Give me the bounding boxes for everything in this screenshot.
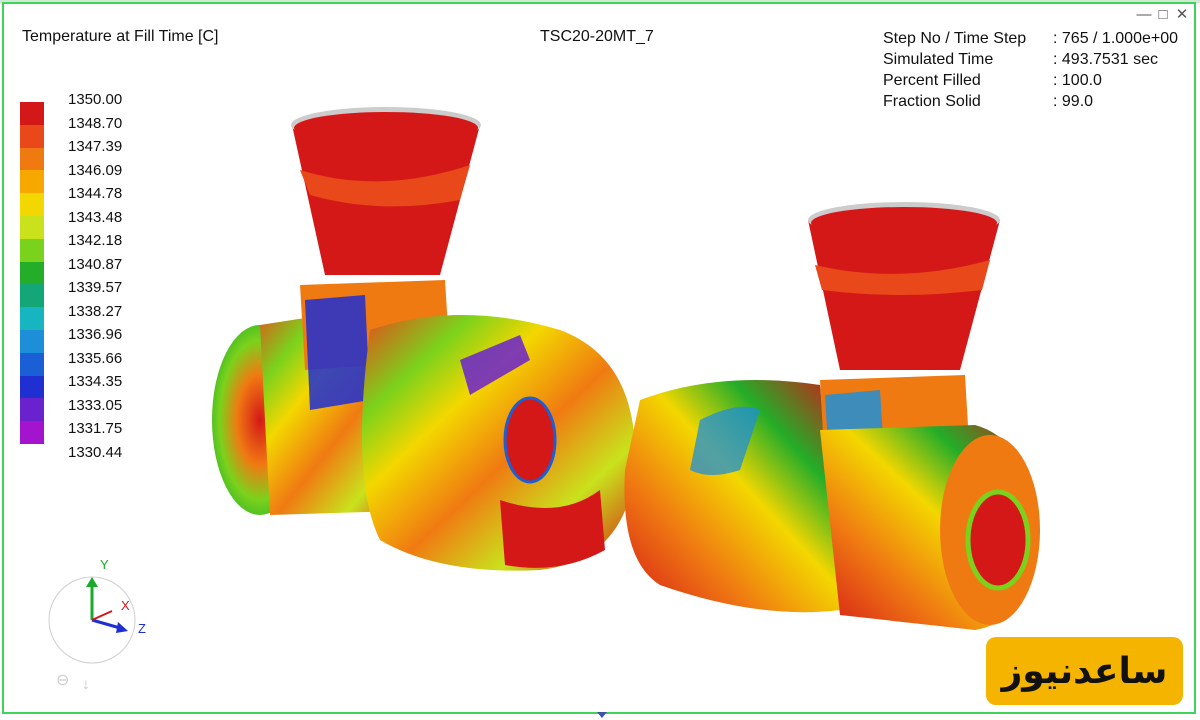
legend-tick: 1338.27 [68,302,123,320]
y-axis-label: Y [100,557,109,572]
legend-swatch [20,421,44,444]
info-row: Simulated Time : 493.7531 sec [883,49,1178,70]
legend-swatch [20,147,44,171]
result-title: Temperature at Fill Time [C] [22,28,219,45]
legend-swatch [20,215,44,239]
info-value: : 100.0 [1053,72,1102,89]
left-funnel-top [294,112,478,144]
window-controls: — □ ✕ [1136,6,1190,24]
legend-tick: 1331.75 [68,420,123,437]
info-row: Step No / Time Step : 765 / 1.000e+00 [883,28,1178,49]
legend-swatches [20,102,44,444]
minimize-icon[interactable]: — [1136,6,1152,23]
right-bore [965,489,1031,591]
legend-tick: 1334.35 [68,373,123,390]
model-name: TSC20-20MT_7 [540,28,654,45]
legend-swatch [20,124,44,148]
step-info-panel: Step No / Time Step : 765 / 1.000e+00 Sim… [883,28,1178,112]
left-blue-zone [305,295,370,410]
info-key: Step No / Time Step [883,30,1027,47]
z-arrow-head [116,622,128,633]
legend-tick: 1343.48 [68,208,123,226]
legend-tick: 1330.44 [68,443,123,461]
info-value: : 765 / 1.000e+00 [1053,30,1178,47]
legend-tick: 1335.66 [68,349,123,367]
legend-tick: 1340.87 [68,255,123,273]
legend-swatch [20,329,44,353]
rotate-down-icon[interactable]: ↓ [82,676,90,693]
scroll-indicator-icon [597,712,607,718]
legend-tick: 1347.39 [68,138,123,155]
info-value: : 99.0 [1053,93,1094,110]
info-value: : 493.7531 sec [1053,51,1158,68]
legend-swatch [20,284,44,308]
legend-swatch [20,398,44,422]
legend-tick: 1336.96 [68,326,123,343]
left-bore [503,396,557,484]
right-funnel-top [811,207,997,239]
legend-tick: 1344.78 [68,185,123,202]
x-axis-arrow [91,610,113,621]
legend-swatch [20,102,44,125]
left-casting[interactable] [212,107,636,571]
legend-swatch [20,170,44,194]
axis-triad[interactable]: Y X Z ← ⊕ ⊖ ↓ [48,555,158,705]
legend-swatch [20,238,44,262]
legend-swatch [20,352,44,376]
z-axis-arrow [91,618,121,630]
legend-swatch [20,261,44,285]
legend-ticks: 1350.00 1348.70 1347.39 1346.09 1344.78 1343.… [68,88,122,464]
legend-tick: 1339.57 [68,279,123,296]
close-icon[interactable]: ✕ [1174,6,1190,23]
legend-swatch [20,375,44,399]
legend-swatch [20,193,44,216]
restore-icon[interactable]: □ [1155,6,1171,23]
legend-tick: 1348.70 [68,114,123,132]
zoom-out-icon[interactable]: ⊖ [56,672,69,689]
info-key: Simulated Time [883,51,994,68]
legend-tick: 1342.18 [68,232,123,249]
right-funnel [808,220,1000,370]
legend-swatch [20,307,44,330]
z-axis-label: Z [138,621,146,636]
logo-text: ساعدنیوز [1001,650,1168,692]
info-row: Fraction Solid : 99.0 [883,91,1178,112]
info-key: Percent Filled [883,72,981,89]
legend-tick: 1333.05 [68,396,123,414]
info-row: Percent Filled : 100.0 [883,70,1178,91]
legend-tick: 1350.00 [68,91,123,108]
legend-tick: 1346.09 [68,161,123,179]
x-axis-label: X [121,598,130,613]
watermark-logo: ساعدنیوز [986,637,1183,705]
right-casting[interactable] [624,202,1040,630]
info-key: Fraction Solid [883,93,981,110]
y-arrow-head [86,577,98,587]
